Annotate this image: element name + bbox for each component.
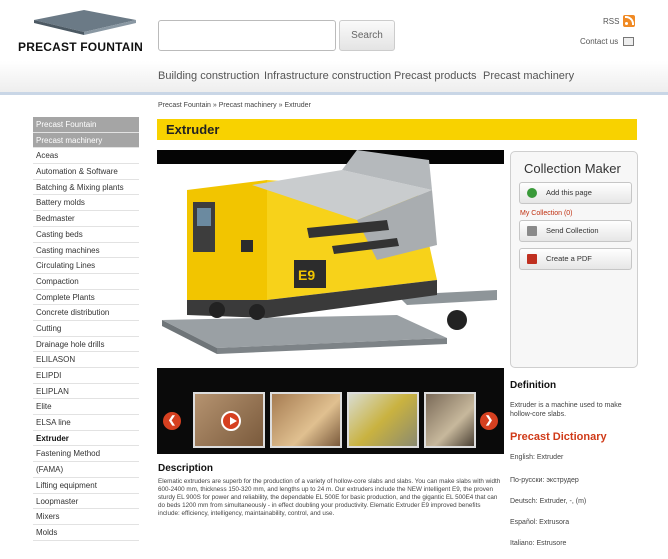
rss-icon[interactable] xyxy=(623,15,635,27)
sidebar-item[interactable]: Circulating Lines xyxy=(33,258,139,274)
sidebar-item[interactable]: Precast Fountain xyxy=(33,117,139,133)
add-page-button[interactable]: Add this page xyxy=(519,182,632,204)
sidebar-item[interactable]: Casting machines xyxy=(33,243,139,259)
logo[interactable]: PRECAST FOUNTAIN xyxy=(18,8,148,58)
create-pdf-button[interactable]: Create a PDF xyxy=(519,248,632,270)
sidebar-item[interactable]: Fastening Method xyxy=(33,446,139,463)
rss-link[interactable]: RSS xyxy=(603,17,619,26)
logo-text: PRECAST FOUNTAIN xyxy=(18,40,143,54)
sidebar-item[interactable]: (FAMA) xyxy=(33,462,139,478)
page-title: Extruder xyxy=(166,122,220,137)
extruder-machine-illustration: E9 xyxy=(162,150,497,354)
sidebar-item[interactable]: Automation & Software xyxy=(33,164,139,180)
nav-precast-products[interactable]: Precast products xyxy=(394,70,477,82)
add-icon xyxy=(527,188,537,198)
sidebar-item[interactable]: Battery molds xyxy=(33,195,139,212)
thumbnail-4[interactable] xyxy=(424,392,476,448)
search-input[interactable] xyxy=(158,20,336,51)
sidebar-item[interactable]: Complete Plants xyxy=(33,290,139,306)
send-collection-button[interactable]: Send Collection xyxy=(519,220,632,242)
sidebar-item[interactable]: Aceas xyxy=(33,148,139,165)
collection-maker: Collection Maker Add this page My Collec… xyxy=(510,151,638,368)
sidebar-item[interactable]: Precast machinery xyxy=(33,132,139,149)
thumbnail-1[interactable] xyxy=(193,392,265,448)
sidebar-item[interactable]: Batching & Mixing plants xyxy=(33,180,139,196)
send-collection-label: Send Collection xyxy=(546,226,599,235)
sidebar-item[interactable]: ELIPDI xyxy=(33,368,139,384)
nav-infrastructure-construction[interactable]: Infrastructure construction xyxy=(264,70,391,82)
create-pdf-label: Create a PDF xyxy=(546,254,592,263)
sidebar-item[interactable]: Mixers xyxy=(33,509,139,525)
description-text: Elematic extruders are superb for the pr… xyxy=(158,478,501,517)
thumbnail-carousel: ❮ ❯ xyxy=(157,368,504,454)
thumbnail-3[interactable] xyxy=(347,392,419,448)
main-nav: Building construction Infrastructure con… xyxy=(0,61,668,95)
product-image: E9 xyxy=(157,150,504,365)
description-heading: Description xyxy=(158,463,214,474)
definition-heading: Definition xyxy=(510,380,557,391)
sidebar-item[interactable]: Bedmaster xyxy=(33,211,139,227)
logo-mark-icon xyxy=(34,10,136,35)
search-button[interactable]: Search xyxy=(339,20,395,51)
breadcrumb[interactable]: Precast Fountain » Precast machinery » E… xyxy=(158,102,311,109)
contact-link[interactable]: Contact us xyxy=(580,37,618,46)
title-bar: Extruder xyxy=(157,119,637,140)
collection-title: Collection Maker xyxy=(524,161,621,176)
nav-precast-machinery[interactable]: Precast machinery xyxy=(483,70,574,82)
carousel-next-icon[interactable]: ❯ xyxy=(480,412,498,430)
dictionary-entry: Italiano: Estrusore xyxy=(510,540,567,547)
dictionary-entry: English: Extruder xyxy=(510,454,564,461)
add-page-label: Add this page xyxy=(546,188,592,197)
dictionary-entry: По-русски: экструдер xyxy=(510,477,579,484)
carousel-prev-icon[interactable]: ❮ xyxy=(163,412,181,430)
sidebar-item[interactable]: ELIPLAN xyxy=(33,384,139,400)
dictionary-entry: Español: Extrusora xyxy=(510,519,570,526)
dictionary-entry: Deutsch: Extruder, -, (m) xyxy=(510,498,587,505)
sidebar: Precast Fountain Precast machinery Aceas… xyxy=(33,117,139,541)
sidebar-item[interactable]: Casting beds xyxy=(33,227,139,243)
dictionary-heading[interactable]: Precast Dictionary xyxy=(510,431,607,443)
sidebar-item[interactable]: Concrete distribution xyxy=(33,305,139,321)
sidebar-item[interactable]: Lifting equipment xyxy=(33,478,139,494)
sidebar-item[interactable]: Drainage hole drills xyxy=(33,337,139,353)
mail-icon[interactable] xyxy=(623,37,634,46)
sidebar-item[interactable]: Loopmaster xyxy=(33,494,139,510)
send-icon xyxy=(527,226,537,236)
thumbnail-2[interactable] xyxy=(270,392,342,448)
sidebar-item-active[interactable]: Extruder xyxy=(33,431,139,447)
sidebar-item[interactable]: Compaction xyxy=(33,274,139,290)
nav-building-construction[interactable]: Building construction xyxy=(158,70,260,82)
sidebar-item[interactable]: Cutting xyxy=(33,321,139,337)
sidebar-item[interactable]: ELSA line xyxy=(33,415,139,431)
pdf-icon xyxy=(527,254,537,264)
sidebar-item[interactable]: Molds xyxy=(33,525,139,541)
play-icon[interactable] xyxy=(221,411,241,431)
my-collection-link[interactable]: My Collection (0) xyxy=(520,210,573,217)
sidebar-item[interactable]: Elite xyxy=(33,399,139,416)
sidebar-item[interactable]: ELILASON xyxy=(33,352,139,368)
definition-text: Extruder is a machine used to make hollo… xyxy=(510,402,622,418)
svg-text:E9: E9 xyxy=(298,267,315,283)
